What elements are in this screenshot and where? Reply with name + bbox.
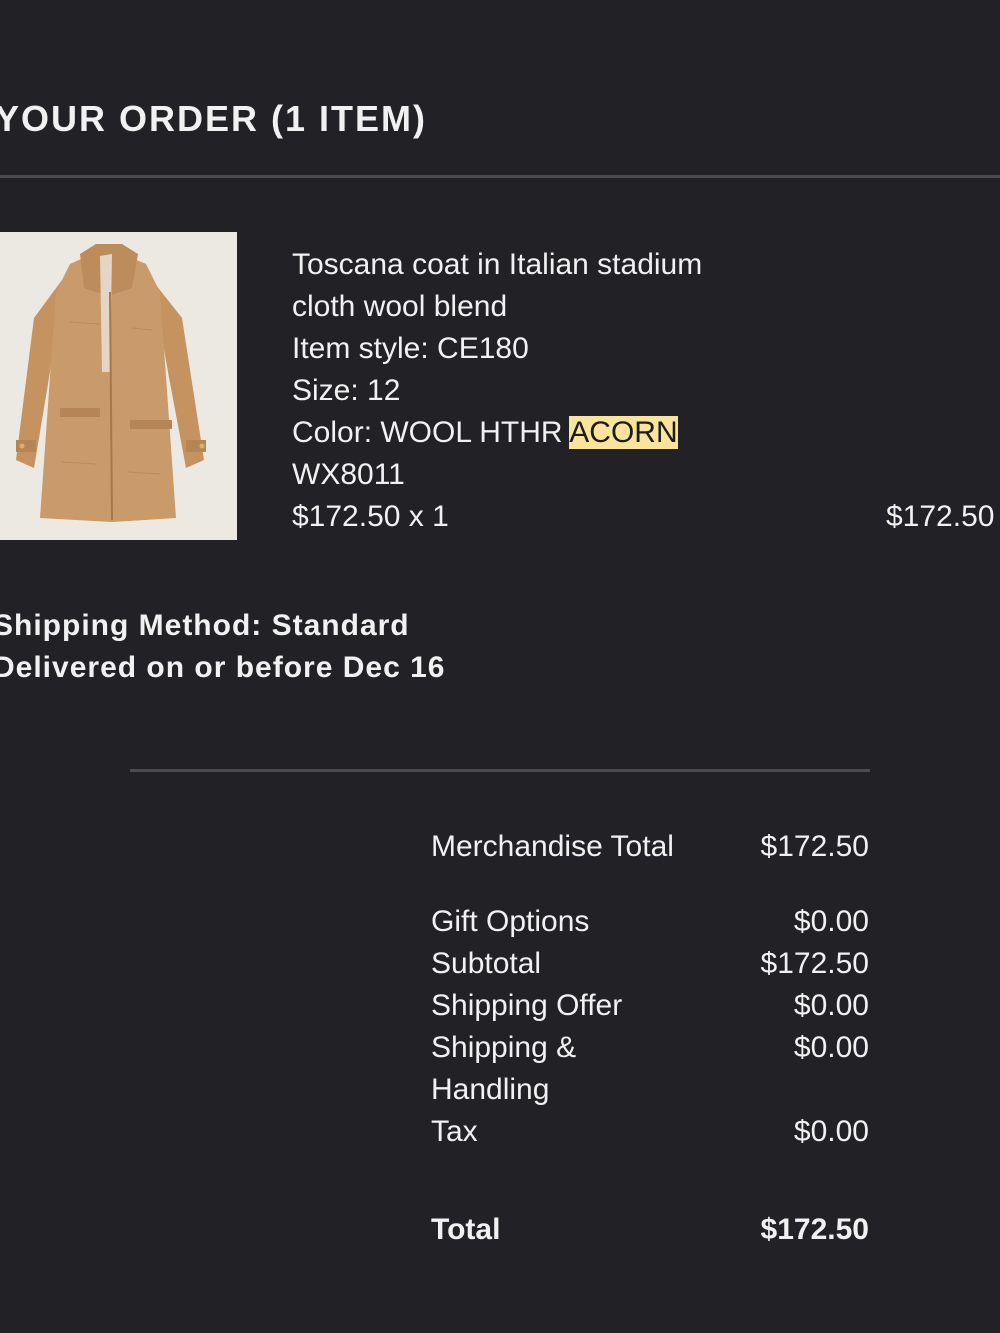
item-style: Item style: CE180 [292,332,529,365]
shipping-handling-label: Shipping & Handling [431,1031,577,1106]
item-color: Color: WOOL HTHR ACORN [292,412,852,454]
shipping-offer-row: Shipping Offer $0.00 [431,985,869,1027]
item-color-prefix: Color: WOOL HTHR [292,416,563,449]
tax-label: Tax [431,1115,478,1148]
gift-options-label: Gift Options [431,905,590,938]
shipping-offer-value: $0.00 [793,989,869,1022]
item-line-total: $172.50 [886,500,995,533]
tax-value: $0.00 [793,1115,869,1148]
merchandise-total-value: $172.50 [760,830,869,863]
coat-illustration [0,232,237,540]
merchandise-total-label: Merchandise Total [431,830,674,863]
shipping-offer-label: Shipping Offer [431,989,623,1022]
subtotal-value: $172.50 [760,947,869,980]
subtotal-label: Subtotal [431,947,542,980]
item-name-line2[interactable]: cloth wool blend [292,286,852,328]
gift-options-row: Gift Options $0.00 [431,901,869,943]
subtotal-row: Subtotal $172.50 [431,943,869,985]
coat-image[interactable] [0,232,237,540]
header-divider [0,175,1000,178]
item-details: Toscana coat in Italian stadium cloth wo… [292,244,852,538]
tax-row: Tax $0.00 [431,1111,869,1153]
grand-total-row: Total $172.50 [431,1209,869,1251]
order-title: YOUR ORDER (1 ITEM) [0,98,428,139]
item-name-line1[interactable]: Toscana coat in Italian stadium [292,244,852,286]
item-color-highlight: ACORN [569,416,678,449]
totals-divider [130,769,870,772]
order-totals: Merchandise Total $172.50 Gift Options $… [431,826,869,1251]
merchandise-total-row: Merchandise Total $172.50 [431,826,869,868]
delivery-date: Delivered on or before Dec 16 [0,651,446,684]
shipping-info: Shipping Method: Standard Delivered on o… [0,605,446,689]
shipping-handling-row: Shipping & Handling $0.00 [431,1027,869,1111]
shipping-method: Shipping Method: Standard [0,609,410,642]
item-sku: WX8011 [292,458,405,491]
item-size: Size: 12 [292,374,401,407]
grand-total-label: Total [431,1213,501,1246]
grand-total-value: $172.50 [760,1213,869,1246]
gift-options-value: $0.00 [793,905,869,938]
item-price-qty: $172.50 x 1 [292,500,449,533]
shipping-handling-value: $0.00 [793,1031,869,1064]
